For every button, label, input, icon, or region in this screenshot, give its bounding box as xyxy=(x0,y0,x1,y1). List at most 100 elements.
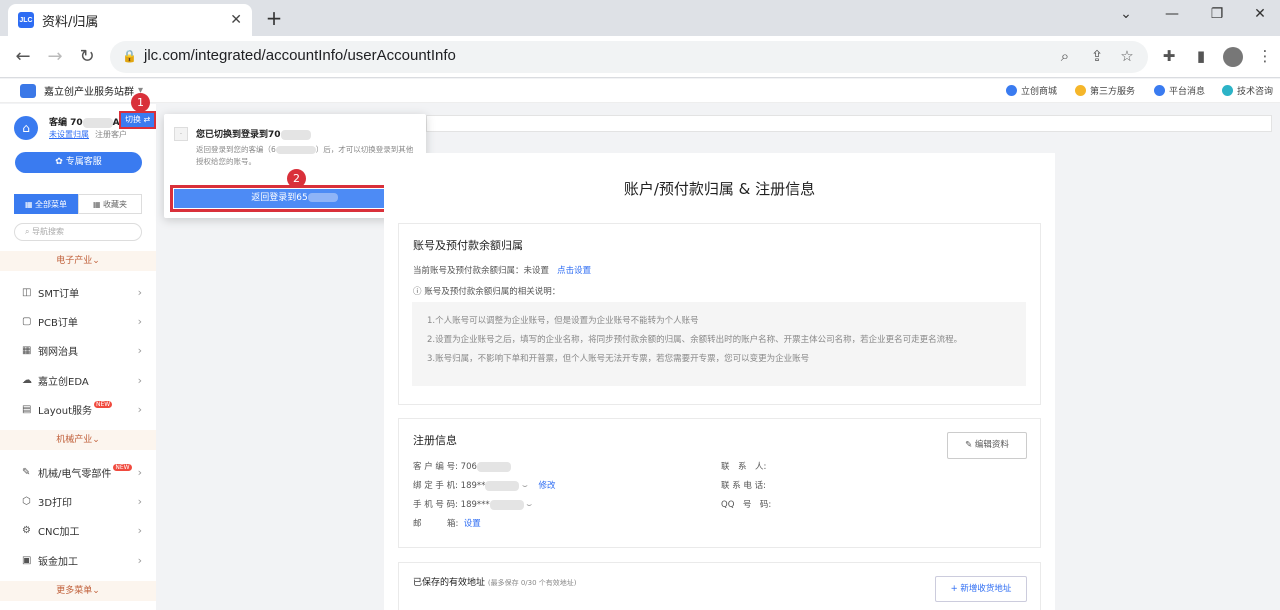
browser-toolbar: ← → ↻ 🔒 jlc.com/integrated/accountInfo/u… xyxy=(0,36,1280,78)
email-text: 邮 箱: xyxy=(413,519,459,529)
category-electronics[interactable]: 电子产业⌄ xyxy=(0,251,156,271)
new-badge: NEW xyxy=(113,463,132,471)
current-label: 当前账号及预付款余额归属：未设置 xyxy=(413,266,550,276)
eye-closed-icon[interactable]: ⌣ xyxy=(526,500,532,510)
forward-icon[interactable]: → xyxy=(42,44,68,70)
nav-item-layout[interactable]: ▤ Layout服务 NEW › xyxy=(0,395,156,423)
nav-label: CNC加工 xyxy=(38,526,80,538)
more-menu-toggle[interactable]: 更多菜单⌄ xyxy=(0,581,156,601)
nav-item-sheet-metal[interactable]: ▣ 钣金加工 › xyxy=(0,546,156,574)
unset-ownership-link[interactable]: 未设置归属 xyxy=(49,130,89,139)
redacted-blur xyxy=(307,193,338,202)
category-label: 更多菜单 xyxy=(56,586,93,596)
back-icon[interactable]: ← xyxy=(10,44,36,70)
brand-name: 嘉立创产业服务站群 xyxy=(44,87,134,98)
set-ownership-link[interactable]: 点击设置 xyxy=(557,266,591,276)
restore-icon[interactable]: ❐ xyxy=(1205,6,1229,22)
profile-avatar-icon[interactable] xyxy=(1223,47,1243,67)
url-text: jlc.com/integrated/accountInfo/userAccou… xyxy=(144,47,456,64)
nav-label: SMT订单 xyxy=(38,288,80,300)
pcb-icon: ▢ xyxy=(22,315,32,327)
new-tab-icon[interactable]: + xyxy=(262,6,286,30)
bound-phone: 绑 定 手 机: 189** ⌣ 修改 xyxy=(413,479,556,491)
nav-item-pcb[interactable]: ▢ PCB订单 › xyxy=(0,307,156,335)
mobile-number: 手 机 号 码: 189*** ⌣ xyxy=(413,498,532,510)
link-tech-support[interactable]: 技术咨询 xyxy=(1222,84,1273,97)
close-tab-icon[interactable]: ✕ xyxy=(230,12,242,28)
address-bar[interactable]: 🔒 jlc.com/integrated/accountInfo/userAcc… xyxy=(110,41,1148,73)
tab-all-menu[interactable]: ▦ 全部菜单 xyxy=(14,194,78,214)
nav-label: Layout服务 xyxy=(38,405,92,417)
return-button-label: 返回登录到65 xyxy=(251,193,308,203)
account-label: 客编 70 xyxy=(49,118,83,128)
mobile-text: 手 机 号 码: 189*** xyxy=(413,500,490,510)
side-panel-icon[interactable]: ▮ xyxy=(1190,47,1212,65)
more-menu-icon[interactable]: ⋮ xyxy=(1254,47,1276,65)
tab-favorites[interactable]: ▦ 收藏夹 xyxy=(78,194,142,214)
note-header: ⓘ 账号及预付款余额归属的相关说明： xyxy=(413,287,561,297)
minimize-icon[interactable]: — xyxy=(1160,6,1184,22)
set-email-link[interactable]: 设置 xyxy=(464,519,481,529)
nav-item-cnc[interactable]: ⚙ CNC加工 › xyxy=(0,516,156,544)
category-label: 机械产业 xyxy=(56,435,93,445)
nav-item-stencil[interactable]: ▦ 钢网治具 › xyxy=(0,336,156,364)
nav-item-eda[interactable]: ☁ 嘉立创EDA › xyxy=(0,366,156,394)
chevron-right-icon: › xyxy=(137,343,142,357)
new-badge: NEW xyxy=(94,400,113,408)
section-title: 已保存的有效地址 (最多保存 0/30 个有效地址) xyxy=(413,575,577,588)
content-top-bar xyxy=(426,115,1272,132)
chevron-down-icon[interactable]: ⌄ xyxy=(1114,6,1138,22)
link-label: 技术咨询 xyxy=(1237,87,1274,97)
reload-icon[interactable]: ↻ xyxy=(74,44,100,70)
register-customer-link[interactable]: 注册客户 xyxy=(95,130,127,139)
nav-item-3d-print[interactable]: ⬡ 3D打印 › xyxy=(0,487,156,515)
redacted-blur xyxy=(489,499,524,510)
edit-profile-button[interactable]: ✎ 编辑资料 xyxy=(947,432,1027,459)
return-login-button[interactable]: 返回登录到65 xyxy=(170,185,419,212)
customer-no-text: 客 户 编 号: 706 xyxy=(413,462,477,472)
section-title: 注册信息 xyxy=(413,434,457,447)
close-window-icon[interactable]: ✕ xyxy=(1248,6,1272,22)
browser-tab[interactable]: JLC 资料/归属 ✕ xyxy=(8,4,252,36)
eye-closed-icon[interactable]: ⌣ xyxy=(522,481,528,491)
stencil-icon: ▦ xyxy=(22,344,32,356)
site-header: 嘉立创产业服务站群 ▾ 立创商城 第三方服务 平台消息 技术咨询 xyxy=(0,79,1280,103)
nav-search-input[interactable]: ⌕ 导航搜索 xyxy=(14,223,142,241)
redacted-blur xyxy=(485,480,520,491)
sheet-metal-icon: ▣ xyxy=(22,554,32,566)
switch-account-button[interactable]: 切换 ⇄ xyxy=(118,111,157,129)
nav-label: 嘉立创EDA xyxy=(38,376,89,388)
info-icon: · xyxy=(174,127,188,141)
nav-label: 3D打印 xyxy=(38,497,73,509)
edit-label: 编辑资料 xyxy=(974,440,1009,450)
add-address-button[interactable]: + 新增收货地址 xyxy=(935,576,1027,602)
share-icon[interactable]: ⇪ xyxy=(1086,47,1108,65)
brand-switcher[interactable]: 嘉立创产业服务站群 ▾ xyxy=(20,83,143,98)
zoom-icon[interactable]: ⌕ xyxy=(1054,47,1076,65)
nav-item-smt[interactable]: ◫ SMT订单 › xyxy=(0,278,156,306)
popup-desc-1: 返回登录到您的客编（6 xyxy=(196,145,276,154)
section-title: 账号及预付款余额归属 xyxy=(413,239,523,252)
chevron-right-icon: › xyxy=(137,465,142,479)
home-icon[interactable]: ⌂ xyxy=(14,116,38,140)
link-third-party[interactable]: 第三方服务 xyxy=(1075,84,1135,97)
page-title: 账户/预付款归属 & 注册信息 xyxy=(623,180,816,198)
nav-item-parts[interactable]: ✎ 机械/电气零部件 NEW › xyxy=(0,458,156,486)
bookmark-star-icon[interactable]: ☆ xyxy=(1116,47,1138,65)
contact-person: 联 系 人: xyxy=(721,462,767,472)
nav-label: 钣金加工 xyxy=(38,556,78,568)
account-sub-links: 未设置归属 注册客户 xyxy=(49,129,127,140)
step-badge-2: 2 xyxy=(287,169,306,188)
bell-icon xyxy=(1154,85,1165,96)
nav-label: 机械/电气零部件 xyxy=(38,468,112,480)
category-mechanical[interactable]: 机械产业⌄ xyxy=(0,430,156,450)
modify-phone-link[interactable]: 修改 xyxy=(539,481,556,491)
link-messages[interactable]: 平台消息 xyxy=(1154,84,1205,97)
lock-icon: 🔒 xyxy=(122,49,137,63)
browser-tab-bar: JLC 资料/归属 ✕ + ⌄ — ❐ ✕ xyxy=(0,0,1280,36)
vip-service-button[interactable]: ✿ 专属客服 xyxy=(15,152,142,173)
extensions-icon[interactable]: ✚ xyxy=(1158,47,1180,65)
registration-section: 注册信息 ✎ 编辑资料 客 户 编 号: 706 绑 定 手 机: 189** … xyxy=(398,418,1041,548)
note-item: 3.账号归属，不影响下单和开普票，但个人账号无法开专票，若您需要开专票，您可以变… xyxy=(427,354,810,364)
link-lcsc[interactable]: 立创商城 xyxy=(1006,84,1057,97)
